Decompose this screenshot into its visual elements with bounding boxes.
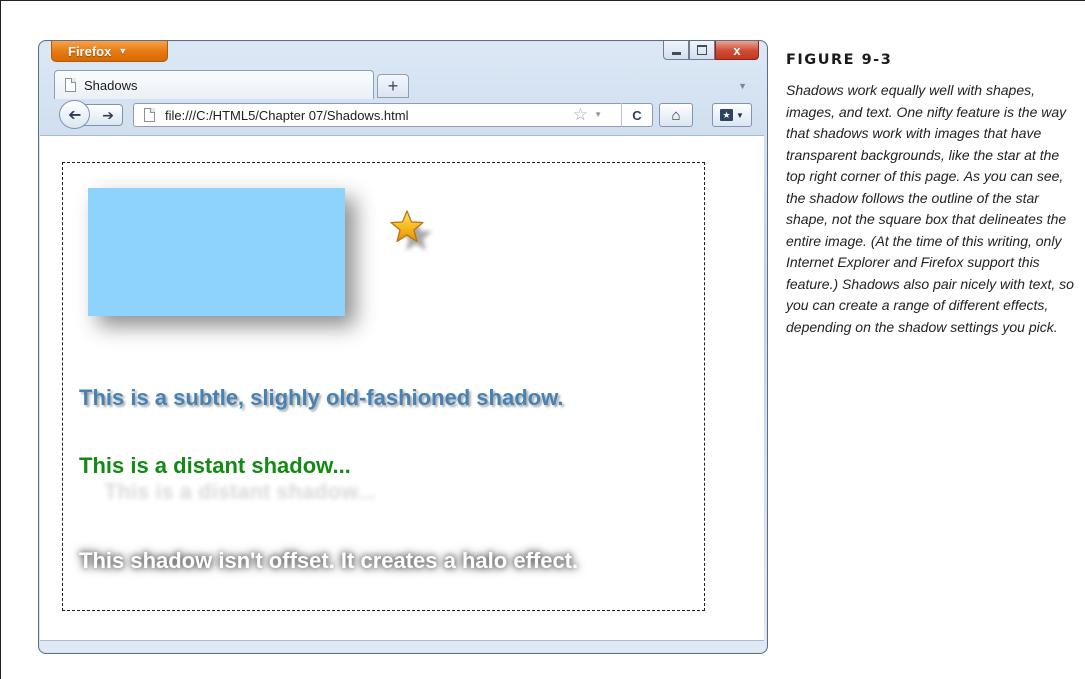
firefox-menu-caret-icon: ▼ <box>118 46 128 56</box>
page-icon <box>144 108 155 122</box>
close-button[interactable]: x <box>715 41 759 60</box>
url-history-dropdown-icon[interactable]: ▼ <box>594 110 602 119</box>
distant-shadow-text: This is a distant shadow... <box>79 453 351 478</box>
navigation-toolbar: ➔ ➔ file:///C:/HTML5/Chapter 07/Shadows.… <box>47 98 757 131</box>
back-arrow-icon: ➔ <box>67 106 82 124</box>
subtle-shadow-text: This is a subtle, slighly old-fashioned … <box>79 385 564 410</box>
tab-shadows[interactable]: Shadows <box>54 70 374 99</box>
bookmark-star-icon[interactable]: ☆ <box>573 105 588 125</box>
firefox-menu-label: Firefox <box>68 43 112 59</box>
figure-caption: Shadows work equally well with shapes, i… <box>786 82 1074 335</box>
page-viewport: This is a subtle, slighly old-fashioned … <box>40 135 764 641</box>
tab-title: Shadows <box>84 77 138 93</box>
shadowed-rectangle <box>88 188 345 316</box>
tab-list-icon[interactable]: ▼ <box>738 81 747 91</box>
maximize-icon <box>697 45 707 55</box>
figure-label: FIGURE 9-3 <box>786 52 893 68</box>
page-icon <box>65 78 76 92</box>
window-controls: x <box>663 41 759 60</box>
halo-shadow-text: This shadow isn't offset. It creates a h… <box>79 548 579 573</box>
bookmarks-icon: ★ <box>720 109 734 121</box>
page-rule-top <box>0 0 1085 1</box>
bookmarks-caret-icon: ▼ <box>736 110 744 120</box>
star-image <box>390 210 432 251</box>
drawing-canvas: This is a subtle, slighly old-fashioned … <box>62 162 705 611</box>
maximize-button[interactable] <box>689 41 715 60</box>
close-icon: x <box>733 42 741 58</box>
url-text: file:///C:/HTML5/Chapter 07/Shadows.html <box>165 107 409 123</box>
page-rule-left <box>0 0 1 679</box>
minimize-button[interactable] <box>663 41 689 60</box>
firefox-menu-button[interactable]: Firefox ▼ <box>51 41 168 62</box>
new-tab-button[interactable]: + <box>377 74 409 98</box>
forward-arrow-icon: ➔ <box>102 106 114 123</box>
home-icon: ⌂ <box>671 106 681 124</box>
home-button[interactable]: ⌂ <box>659 103 693 127</box>
bookmarks-button[interactable]: ★ ▼ <box>712 103 752 127</box>
back-button[interactable]: ➔ <box>59 100 90 129</box>
browser-window: Firefox ▼ x Shadows + ▼ ➔ ➔ file:///C:/H… <box>38 40 768 654</box>
plus-icon: + <box>387 75 399 96</box>
minimize-icon <box>671 51 681 55</box>
address-bar[interactable]: file:///C:/HTML5/Chapter 07/Shadows.html… <box>133 103 653 127</box>
reload-icon: C <box>632 107 642 123</box>
reload-button[interactable]: C <box>621 103 652 127</box>
